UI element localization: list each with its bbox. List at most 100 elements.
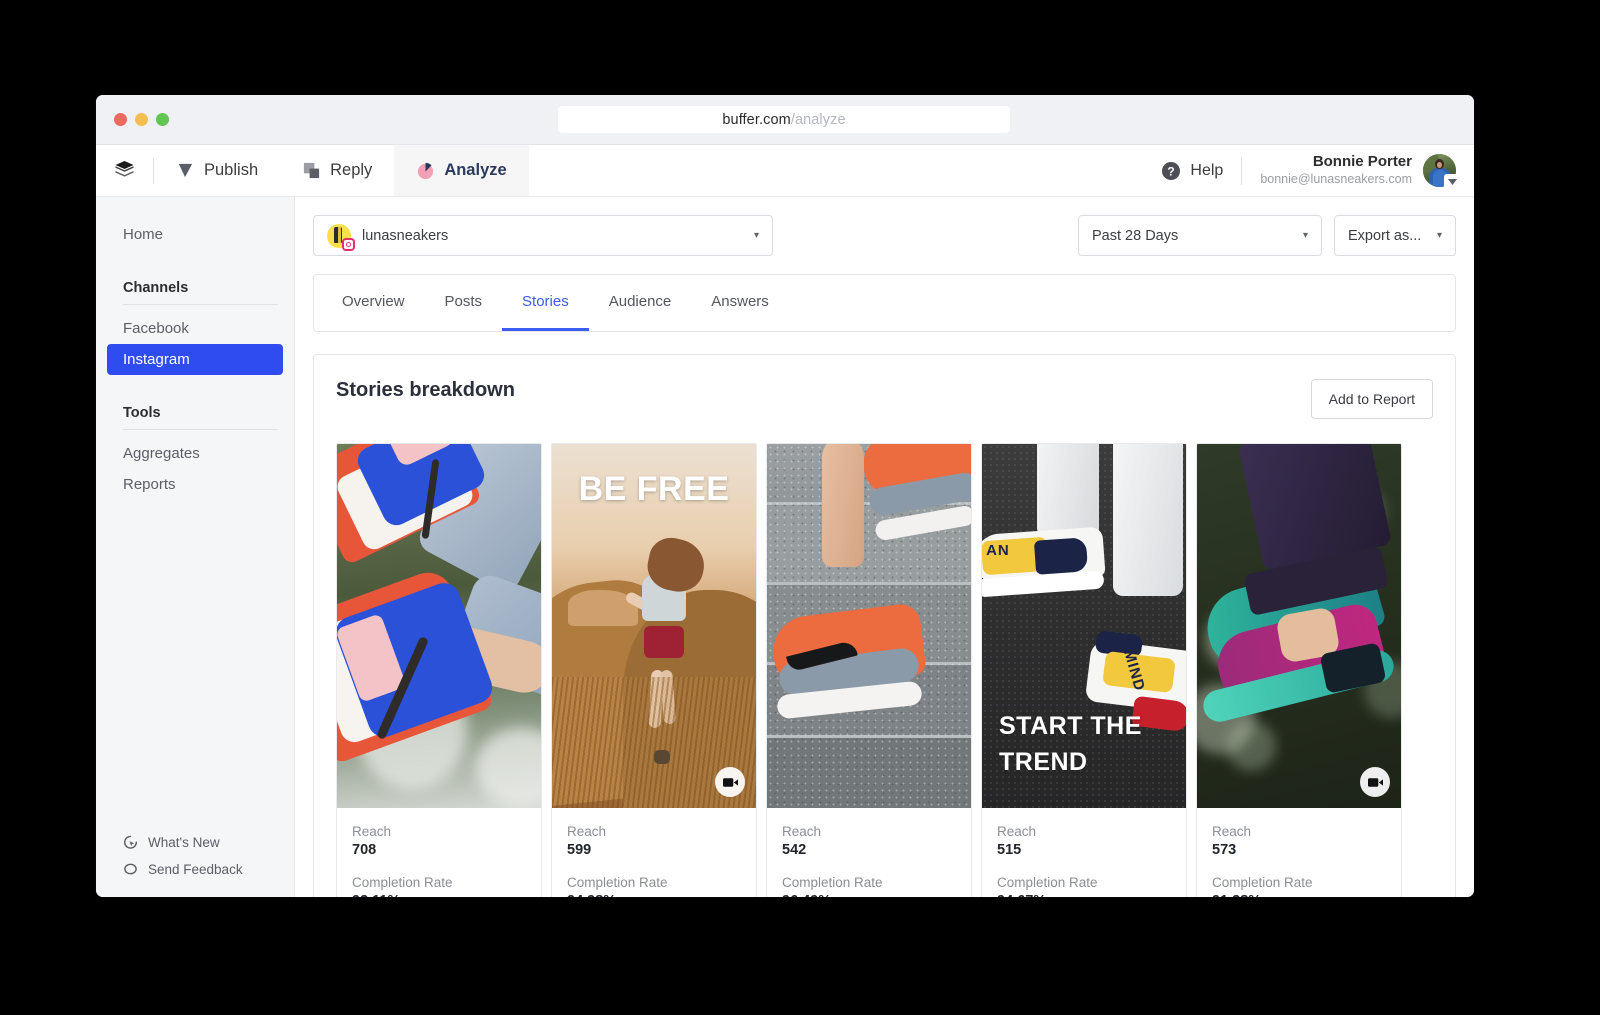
reach-value: 708 bbox=[352, 842, 377, 858]
speech-bubble-icon bbox=[124, 863, 137, 875]
url-domain: buffer.com bbox=[722, 111, 791, 128]
story-thumbnail[interactable]: AN MIND START THE TREND bbox=[982, 444, 1186, 808]
user-text: Bonnie Porter bonnie@lunasneakers.com bbox=[1260, 153, 1412, 187]
page-title: Stories breakdown bbox=[336, 379, 515, 401]
story-thumbnail[interactable]: BE FREE bbox=[552, 444, 756, 808]
story-stats: Reach 515 Completion Rate 94.67% bbox=[982, 808, 1186, 897]
user-menu[interactable]: Bonnie Porter bonnie@lunasneakers.com bbox=[1242, 153, 1461, 189]
app-navbar: Publish Reply Analyze ? Help Bonnie Port… bbox=[96, 145, 1474, 197]
minimize-window-button[interactable] bbox=[135, 113, 148, 126]
reach-value: 573 bbox=[1212, 842, 1237, 858]
completion-rate-label: Completion Rate bbox=[567, 875, 668, 890]
sidebar: Home Channels Facebook Instagram Tools A… bbox=[96, 197, 295, 897]
story-overlay-text: START THE TREND bbox=[999, 711, 1142, 776]
account-selector[interactable]: lunasneakers ▾ bbox=[313, 215, 773, 256]
export-chevron-down-icon: ▾ bbox=[1436, 230, 1442, 241]
publish-flag-icon bbox=[178, 163, 193, 178]
account-name: lunasneakers bbox=[362, 227, 449, 244]
reach-label: Reach bbox=[997, 824, 1037, 839]
reach-value: 599 bbox=[567, 842, 592, 858]
nav-items: Publish Reply Analyze bbox=[154, 145, 529, 196]
sidebar-divider-tools bbox=[123, 429, 278, 430]
sidebar-divider-channels bbox=[123, 304, 278, 305]
video-badge bbox=[715, 767, 745, 797]
story-card[interactable]: Reach 573 Completion Rate 91.28% bbox=[1196, 443, 1402, 897]
analyze-pie-icon bbox=[418, 162, 434, 180]
sidebar-item-reports[interactable]: Reports bbox=[107, 469, 283, 500]
reach-label: Reach bbox=[782, 824, 822, 839]
browser-titlebar: buffer.com/analyze bbox=[96, 95, 1474, 145]
reach-label: Reach bbox=[352, 824, 392, 839]
close-window-button[interactable] bbox=[114, 113, 127, 126]
sidebar-item-whats-new-label: What's New bbox=[148, 835, 220, 850]
stories-breakdown-panel: Stories breakdown Add to Report Reach 70… bbox=[313, 354, 1456, 897]
story-image bbox=[337, 444, 541, 808]
nav-right-cluster: ? Help Bonnie Porter bonnie@lunasneakers… bbox=[1161, 145, 1474, 196]
completion-rate-value: 91.28% bbox=[1212, 893, 1386, 897]
tab-stories[interactable]: Stories bbox=[502, 275, 589, 331]
sidebar-heading-tools: Tools bbox=[123, 405, 161, 421]
nav-item-reply-label: Reply bbox=[330, 161, 373, 179]
date-range-value: Past 28 Days bbox=[1092, 227, 1179, 244]
window-controls[interactable] bbox=[114, 113, 169, 126]
export-label: Export as... bbox=[1348, 227, 1422, 244]
export-selector[interactable]: Export as... ▾ bbox=[1334, 215, 1456, 256]
megaphone-icon bbox=[124, 835, 138, 849]
tab-overview[interactable]: Overview bbox=[322, 275, 425, 331]
screenshot-stage: buffer.com/analyze Publish Reply Analyze… bbox=[0, 0, 1600, 1015]
story-card[interactable]: AN MIND START THE TREND Reach 515 Comple… bbox=[981, 443, 1187, 897]
add-to-report-button[interactable]: Add to Report bbox=[1310, 379, 1433, 419]
user-name: Bonnie Porter bbox=[1312, 153, 1412, 171]
completion-rate-value: 92.11% bbox=[352, 893, 526, 897]
sidebar-item-whats-new[interactable]: What's New bbox=[107, 829, 283, 856]
help-label: Help bbox=[1190, 161, 1224, 179]
account-avatar bbox=[327, 223, 355, 251]
nav-item-publish[interactable]: Publish bbox=[154, 145, 280, 196]
video-badge bbox=[1360, 767, 1390, 797]
completion-rate-label: Completion Rate bbox=[782, 875, 883, 890]
story-card[interactable]: BE FREE Reach 599 Completion Rate bbox=[551, 443, 757, 897]
story-thumbnail[interactable] bbox=[767, 444, 971, 808]
panel-header: Stories breakdown Add to Report bbox=[336, 379, 1433, 419]
story-image bbox=[1197, 444, 1401, 808]
browser-window: buffer.com/analyze Publish Reply Analyze… bbox=[96, 95, 1474, 897]
completion-rate-value: 94.98% bbox=[567, 893, 741, 897]
address-bar[interactable]: buffer.com/analyze bbox=[558, 106, 1010, 133]
nav-item-analyze[interactable]: Analyze bbox=[394, 145, 529, 196]
sidebar-item-send-feedback[interactable]: Send Feedback bbox=[107, 856, 283, 883]
tab-answers[interactable]: Answers bbox=[691, 275, 789, 331]
story-thumbnail[interactable] bbox=[1197, 444, 1401, 808]
tab-audience[interactable]: Audience bbox=[589, 275, 692, 331]
svg-text:?: ? bbox=[1168, 164, 1175, 178]
sidebar-heading-channels: Channels bbox=[123, 280, 189, 296]
sidebar-footer: What's New Send Feedback bbox=[96, 829, 294, 883]
user-menu-chevron-down-icon[interactable] bbox=[1444, 174, 1461, 189]
instagram-icon bbox=[342, 237, 355, 251]
sidebar-item-instagram[interactable]: Instagram bbox=[107, 344, 283, 375]
tab-posts[interactable]: Posts bbox=[425, 275, 503, 331]
story-card[interactable]: Reach 708 Completion Rate 92.11% bbox=[336, 443, 542, 897]
story-overlay-text: BE FREE bbox=[578, 470, 730, 508]
completion-rate-label: Completion Rate bbox=[997, 875, 1098, 890]
maximize-window-button[interactable] bbox=[156, 113, 169, 126]
completion-rate-label: Completion Rate bbox=[1212, 875, 1313, 890]
sidebar-item-aggregates[interactable]: Aggregates bbox=[107, 438, 283, 469]
story-image bbox=[767, 444, 971, 808]
nav-item-reply[interactable]: Reply bbox=[280, 145, 394, 196]
reach-label: Reach bbox=[1212, 824, 1252, 839]
date-range-selector[interactable]: Past 28 Days ▾ bbox=[1078, 215, 1322, 256]
reach-value: 542 bbox=[782, 842, 807, 858]
story-thumbnail[interactable] bbox=[337, 444, 541, 808]
avatar-wrap[interactable] bbox=[1423, 154, 1461, 189]
story-stats: Reach 708 Completion Rate 92.11% bbox=[337, 808, 541, 897]
story-card[interactable]: Reach 542 Completion Rate 96.49% bbox=[766, 443, 972, 897]
sidebar-item-facebook[interactable]: Facebook bbox=[107, 313, 283, 344]
toolbar-right: Past 28 Days ▾ Export as... ▾ bbox=[1078, 215, 1456, 256]
buffer-logo[interactable] bbox=[96, 145, 153, 196]
sidebar-item-home[interactable]: Home bbox=[107, 219, 283, 250]
completion-rate-value: 96.49% bbox=[782, 893, 956, 897]
help-button[interactable]: ? Help bbox=[1161, 161, 1241, 181]
reach-value: 515 bbox=[997, 842, 1022, 858]
video-camera-icon bbox=[1367, 777, 1383, 787]
app-body: Home Channels Facebook Instagram Tools A… bbox=[96, 197, 1474, 897]
